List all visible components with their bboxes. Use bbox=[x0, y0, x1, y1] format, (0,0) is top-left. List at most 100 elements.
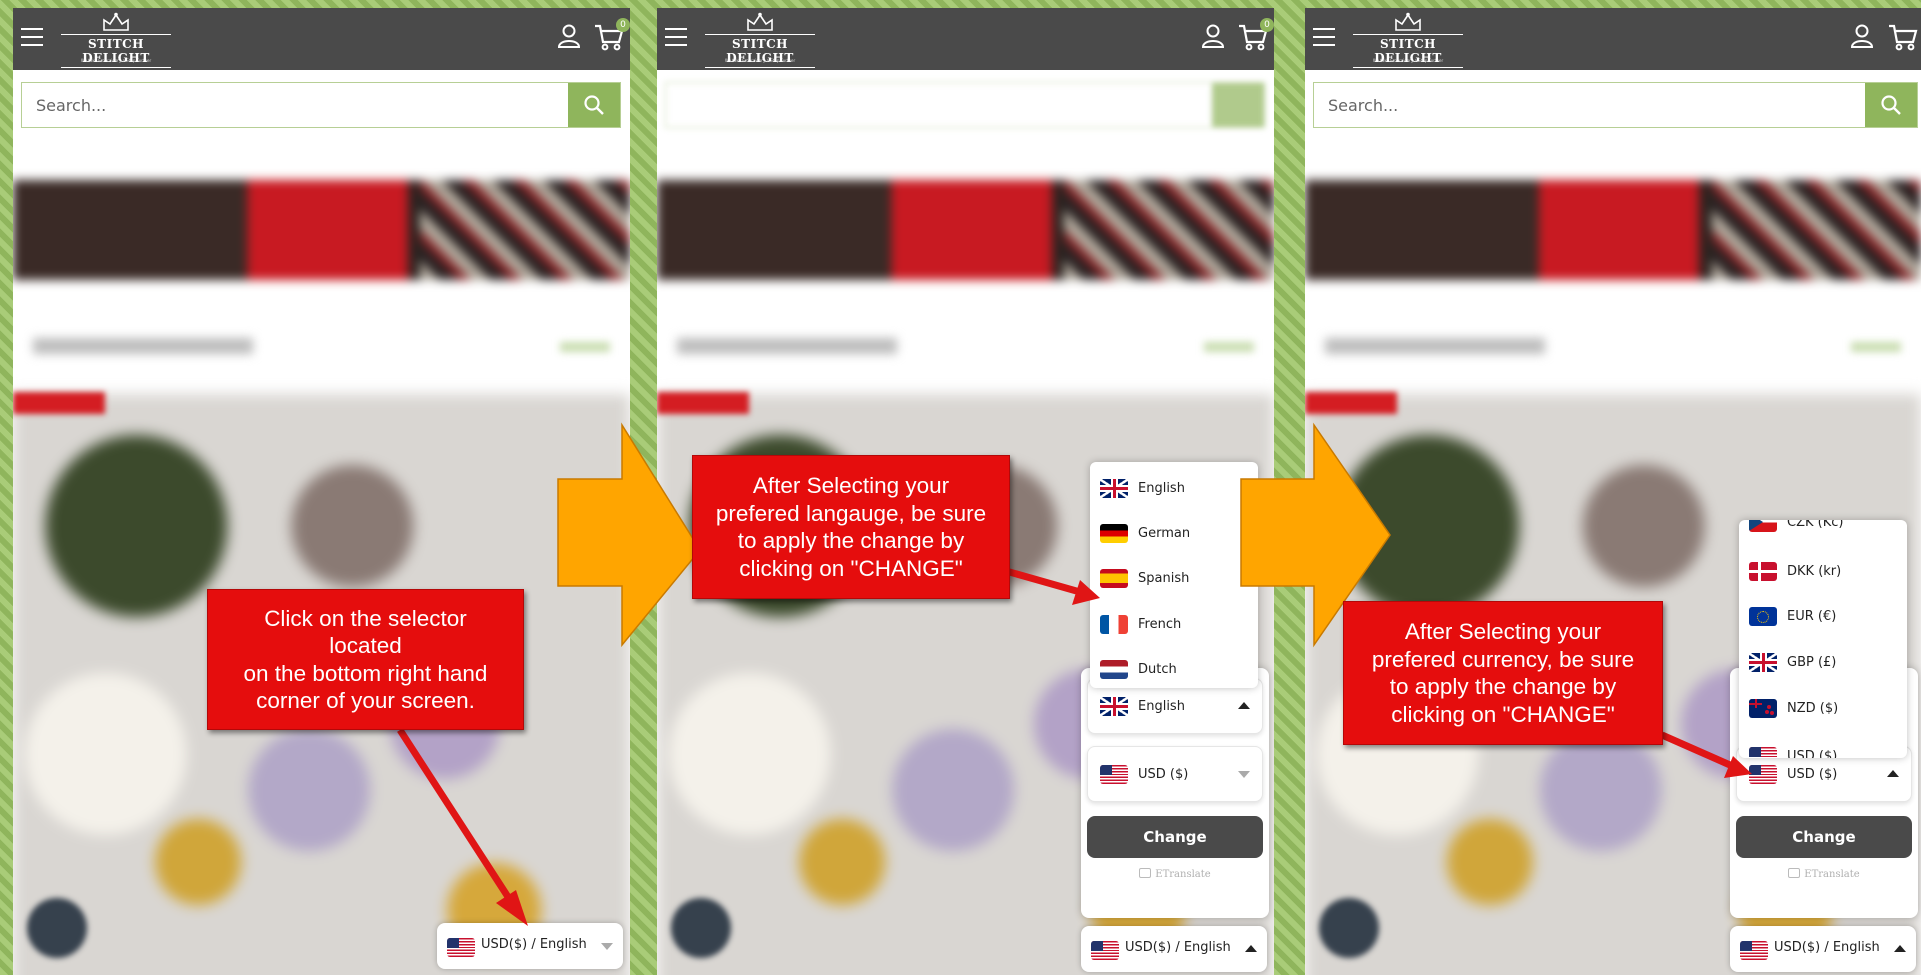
hamburger-icon[interactable] bbox=[1313, 28, 1335, 46]
site-header: STITCH DELIGHT We take Embroidery a Step… bbox=[657, 8, 1274, 70]
instruction-callout-2: After Selecting your prefered langauge, … bbox=[692, 455, 1010, 599]
nz-flag-icon bbox=[1749, 699, 1777, 718]
currency-option-label: USD ($) bbox=[1787, 749, 1838, 758]
search-input[interactable] bbox=[1314, 83, 1865, 127]
currency-language-selector[interactable]: USD($) / English bbox=[437, 923, 623, 969]
selector-label: USD($) / English bbox=[1774, 940, 1880, 955]
hamburger-icon[interactable] bbox=[665, 28, 687, 46]
language-option-label: French bbox=[1138, 617, 1182, 632]
view-all-link[interactable] bbox=[560, 342, 610, 352]
currency-language-selector[interactable]: USD($) / English bbox=[1081, 926, 1267, 972]
french-flag-icon bbox=[1100, 615, 1128, 634]
currency-option-label: CZK (Kč) bbox=[1787, 520, 1844, 530]
caret-up-icon bbox=[1245, 945, 1257, 952]
view-all-link[interactable] bbox=[1851, 342, 1901, 352]
language-option-label: Spanish bbox=[1138, 571, 1190, 586]
promo-banner[interactable] bbox=[657, 180, 1274, 280]
view-all-link[interactable] bbox=[1204, 342, 1254, 352]
logo-tagline: We take Embroidery a Step Further bbox=[724, 58, 796, 63]
site-logo[interactable]: STITCH DELIGHT We take Embroidery a Step… bbox=[1353, 10, 1463, 68]
danish-flag-icon bbox=[1749, 562, 1777, 581]
callout-text: After Selecting your prefered currency, … bbox=[1371, 619, 1635, 727]
eu-flag-icon bbox=[1749, 607, 1777, 626]
search-button[interactable] bbox=[1865, 83, 1917, 127]
hamburger-icon[interactable] bbox=[21, 28, 43, 46]
cart-count-badge: 0 bbox=[616, 18, 630, 32]
czech-flag-icon bbox=[1749, 520, 1777, 532]
sale-badge bbox=[13, 392, 105, 414]
selected-currency: USD ($) bbox=[1787, 767, 1838, 782]
us-flag-icon bbox=[1749, 765, 1777, 784]
etranslate-credit[interactable]: ETranslate bbox=[1730, 868, 1918, 880]
search-bar bbox=[665, 82, 1265, 128]
caret-up-icon bbox=[1887, 770, 1899, 777]
language-switcher-widget: English USD ($) Change ETranslate bbox=[1081, 668, 1269, 918]
sale-badge bbox=[657, 392, 749, 414]
logo-tagline: We take Embroidery a Step Further bbox=[80, 58, 152, 63]
selected-currency: USD ($) bbox=[1138, 767, 1189, 782]
sale-badge bbox=[1305, 392, 1397, 414]
currency-option-label: EUR (€) bbox=[1787, 609, 1837, 624]
language-option-label: German bbox=[1138, 526, 1191, 541]
site-logo[interactable]: STITCH DELIGHT We take Embroidery a Step… bbox=[61, 10, 171, 68]
site-logo[interactable]: STITCH DELIGHT We take Embroidery a Step… bbox=[705, 10, 815, 68]
currency-option-label: GBP (£) bbox=[1787, 655, 1837, 670]
currency-language-selector[interactable]: USD($) / English bbox=[1730, 926, 1916, 972]
change-button[interactable]: Change bbox=[1087, 816, 1263, 858]
currency-option-label: DKK (kr) bbox=[1787, 564, 1842, 579]
search-input[interactable] bbox=[22, 83, 568, 127]
user-icon[interactable] bbox=[1849, 23, 1875, 49]
search-icon bbox=[1881, 95, 1901, 115]
site-header: STITCH DELIGHT We take Embroidery a Step… bbox=[1305, 8, 1921, 70]
crown-icon bbox=[103, 12, 129, 31]
uk-flag-icon bbox=[1749, 653, 1777, 672]
us-flag-icon bbox=[1100, 765, 1128, 784]
change-button[interactable]: Change bbox=[1736, 816, 1912, 858]
promo-banner[interactable] bbox=[13, 180, 630, 280]
user-icon[interactable] bbox=[556, 23, 582, 49]
selector-label: USD($) / English bbox=[481, 937, 587, 952]
caret-up-icon bbox=[1894, 945, 1906, 952]
german-flag-icon bbox=[1100, 524, 1128, 543]
etranslate-logo-icon bbox=[1139, 868, 1152, 878]
section-heading bbox=[33, 338, 253, 354]
crown-icon bbox=[747, 12, 773, 31]
currency-select[interactable]: USD ($) bbox=[1087, 746, 1263, 802]
language-option-label: English bbox=[1138, 481, 1185, 496]
site-header: STITCH DELIGHT We take Embroidery a Step… bbox=[13, 8, 630, 70]
callout-text: Click on the selector located on the bot… bbox=[243, 605, 488, 714]
selector-label: USD($) / English bbox=[1125, 940, 1231, 955]
spanish-flag-icon bbox=[1100, 569, 1128, 588]
caret-down-icon bbox=[1238, 771, 1250, 778]
cart-icon[interactable] bbox=[1887, 22, 1919, 52]
us-flag-icon bbox=[447, 938, 475, 957]
search-button[interactable] bbox=[568, 83, 620, 127]
chat-bubble-icon[interactable] bbox=[1319, 898, 1379, 958]
user-icon[interactable] bbox=[1200, 23, 1226, 49]
cart-count-badge: 0 bbox=[1260, 18, 1274, 32]
uk-flag-icon bbox=[1100, 479, 1128, 498]
instruction-callout-3: After Selecting your prefered currency, … bbox=[1343, 601, 1663, 745]
currency-dropdown: CZK (Kč) DKK (kr) EUR (€) GBP (£) NZD ($… bbox=[1739, 520, 1907, 758]
language-option-label: Dutch bbox=[1138, 662, 1177, 677]
language-dropdown: English German Spanish French Dutch bbox=[1090, 462, 1258, 688]
caret-down-icon bbox=[601, 943, 613, 950]
us-flag-icon bbox=[1091, 941, 1119, 960]
promo-banner[interactable] bbox=[1305, 180, 1921, 280]
crown-icon bbox=[1395, 12, 1421, 31]
etranslate-label: ETranslate bbox=[1155, 869, 1211, 880]
chat-bubble-icon[interactable] bbox=[671, 898, 731, 958]
chat-bubble-icon[interactable] bbox=[27, 898, 87, 958]
etranslate-credit[interactable]: ETranslate bbox=[1081, 868, 1269, 880]
dutch-flag-icon bbox=[1100, 660, 1128, 679]
callout-text: After Selecting your prefered langauge, … bbox=[715, 473, 987, 581]
screenshot-step-1: STITCH DELIGHT We take Embroidery a Step… bbox=[13, 8, 630, 975]
search-icon bbox=[584, 95, 604, 115]
etranslate-logo-icon bbox=[1788, 868, 1801, 878]
selected-language: English bbox=[1138, 699, 1185, 714]
currency-option-label: NZD ($) bbox=[1787, 701, 1839, 716]
screenshot-step-3: STITCH DELIGHT We take Embroidery a Step… bbox=[1305, 8, 1921, 975]
search-bar bbox=[21, 82, 621, 128]
us-flag-icon bbox=[1740, 941, 1768, 960]
search-button[interactable] bbox=[1212, 83, 1264, 127]
